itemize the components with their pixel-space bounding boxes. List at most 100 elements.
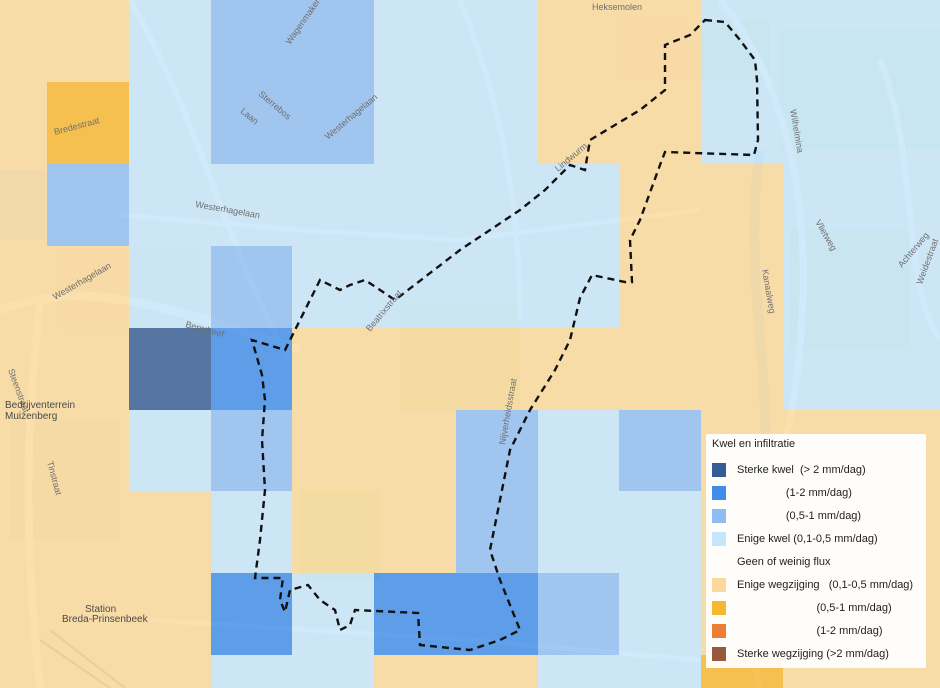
flux-cell xyxy=(865,0,940,82)
flux-cell xyxy=(292,328,374,410)
flux-cell xyxy=(0,82,47,164)
legend-swatch xyxy=(712,508,726,523)
flux-cell xyxy=(456,491,538,573)
legend-label: (0,5-1 mm/dag) xyxy=(737,509,862,522)
flux-cell xyxy=(538,246,619,328)
flux-cell xyxy=(0,573,47,655)
legend-swatch xyxy=(712,623,726,638)
flux-cell xyxy=(292,410,374,491)
flux-cell xyxy=(0,491,47,573)
flux-cell xyxy=(538,491,619,573)
legend-label: Enige wegzijging (0,1-0,5 mm/dag) xyxy=(737,578,914,591)
flux-cell xyxy=(211,655,292,688)
legend-item: Enige kwel (0,1-0,5 mm/dag) xyxy=(712,527,920,550)
flux-cell xyxy=(0,655,47,688)
legend-swatch xyxy=(712,555,726,569)
flux-cell xyxy=(0,0,47,82)
flux-cell xyxy=(456,410,538,491)
street-label: Heksemolen xyxy=(592,2,642,12)
flux-cell xyxy=(211,0,292,82)
flux-cell xyxy=(456,328,538,410)
legend-swatch xyxy=(712,462,726,477)
flux-cell xyxy=(538,0,619,82)
flux-cell xyxy=(129,246,211,328)
flux-cell xyxy=(129,410,211,491)
flux-cell xyxy=(129,0,211,82)
legend-item: Enige wegzijging (0,1-0,5 mm/dag) xyxy=(712,573,920,596)
flux-cell xyxy=(47,491,129,573)
flux-cell xyxy=(865,82,940,164)
flux-cell xyxy=(783,246,865,328)
flux-cell xyxy=(129,491,211,573)
flux-cell xyxy=(619,0,701,82)
flux-cell xyxy=(292,573,374,655)
flux-cell xyxy=(456,246,538,328)
flux-cell xyxy=(619,328,701,410)
flux-cell xyxy=(211,246,292,328)
flux-cell xyxy=(456,573,538,655)
legend-swatch xyxy=(712,646,726,661)
flux-cell xyxy=(701,82,783,164)
flux-cell xyxy=(374,410,456,491)
flux-cell xyxy=(538,328,619,410)
legend-item: (1-2 mm/dag) xyxy=(712,481,920,504)
flux-cell xyxy=(47,164,129,246)
flux-cell xyxy=(619,164,701,246)
flux-cell xyxy=(865,164,940,246)
flux-cell xyxy=(374,164,456,246)
flux-cell xyxy=(456,82,538,164)
flux-cell xyxy=(619,491,701,573)
flux-cell xyxy=(374,655,456,688)
flux-cell xyxy=(783,0,865,82)
place-label: Muizenberg xyxy=(5,411,57,422)
flux-cell xyxy=(292,491,374,573)
flux-cell xyxy=(129,328,211,410)
flux-cell xyxy=(374,246,456,328)
flux-cell xyxy=(701,328,783,410)
legend-swatch xyxy=(712,600,726,615)
flux-cell xyxy=(129,655,211,688)
flux-cell xyxy=(0,164,47,246)
flux-cell xyxy=(456,0,538,82)
legend-item: Sterke kwel (> 2 mm/dag) xyxy=(712,458,920,481)
legend-label: (1-2 mm/dag) xyxy=(737,486,852,499)
flux-cell xyxy=(0,246,47,328)
map-legend: Kwel en infiltratie Sterke kwel (> 2 mm/… xyxy=(706,434,926,668)
flux-cell xyxy=(701,0,783,82)
flux-cell xyxy=(619,573,701,655)
flux-cell xyxy=(538,410,619,491)
legend-label: (0,5-1 mm/dag) xyxy=(737,601,892,614)
flux-cell xyxy=(47,246,129,328)
flux-cell xyxy=(701,164,783,246)
legend-swatch xyxy=(712,577,726,592)
flux-cell xyxy=(865,328,940,410)
flux-cell xyxy=(619,655,701,688)
place-label: Breda-Prinsenbeek xyxy=(62,614,149,625)
legend-item: (1-2 mm/dag) xyxy=(712,619,920,642)
legend-label: Sterke kwel (> 2 mm/dag) xyxy=(737,463,866,476)
flux-cell xyxy=(211,491,292,573)
flux-cell xyxy=(374,491,456,573)
flux-cell xyxy=(211,410,292,491)
flux-cell xyxy=(292,655,374,688)
flux-cell xyxy=(374,82,456,164)
flux-cell xyxy=(538,164,619,246)
place-label: Bedrijventerrein xyxy=(5,400,75,411)
flux-cell xyxy=(129,82,211,164)
legend-label: Geen of weinig flux xyxy=(737,555,831,568)
flux-cell xyxy=(47,655,129,688)
flux-cell xyxy=(783,328,865,410)
legend-swatch xyxy=(712,531,726,546)
flux-cell xyxy=(538,655,619,688)
legend-title: Kwel en infiltratie xyxy=(712,438,796,450)
legend-label: Enige kwel (0,1-0,5 mm/dag) xyxy=(737,532,878,545)
flux-cell xyxy=(292,82,374,164)
flux-cell xyxy=(0,410,47,491)
legend-item: (0,5-1 mm/dag) xyxy=(712,596,920,619)
flux-cell xyxy=(374,0,456,82)
flux-cell xyxy=(374,328,456,410)
flux-cell xyxy=(456,655,538,688)
flux-cell xyxy=(47,328,129,410)
legend-item: (0,5-1 mm/dag) xyxy=(712,504,920,527)
flux-cell xyxy=(292,246,374,328)
